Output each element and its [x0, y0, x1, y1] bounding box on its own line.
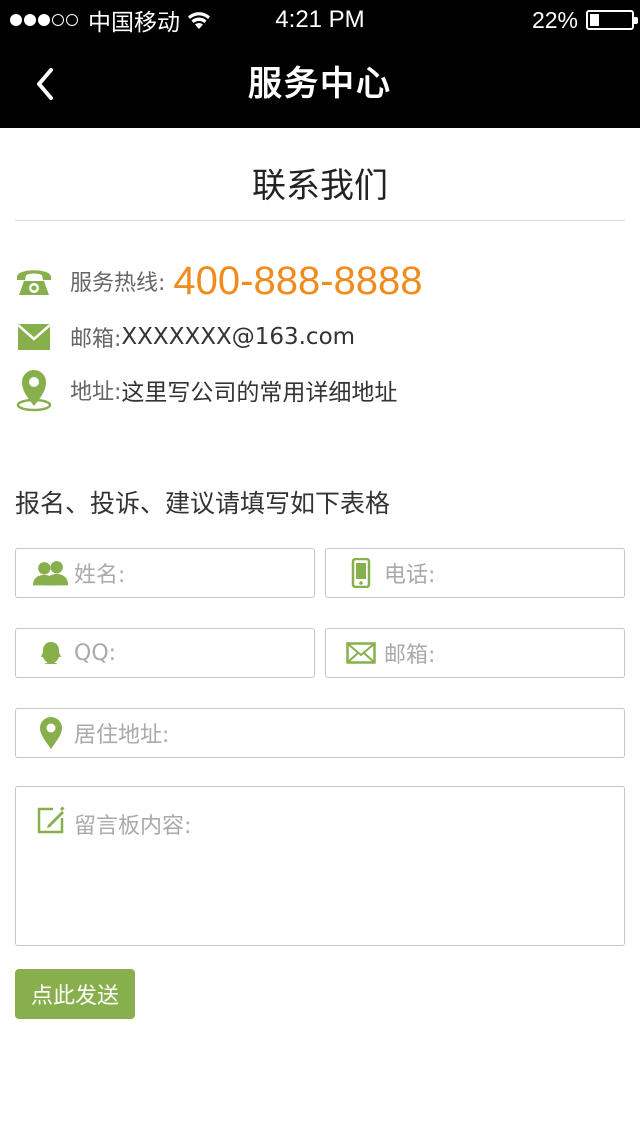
map-marker-icon — [32, 716, 70, 750]
address-label: 地址: — [70, 380, 122, 405]
email-input[interactable]: 邮箱: — [325, 628, 625, 678]
back-button[interactable] — [20, 62, 70, 106]
email-label: 邮箱: — [70, 327, 122, 352]
phone-icon — [15, 262, 53, 300]
contact-title: 联系我们 — [252, 166, 388, 206]
form-heading: 报名、投诉、建议请填写如下表格 — [15, 489, 391, 518]
battery-percent: 22% — [531, 6, 578, 33]
battery-icon — [586, 10, 638, 30]
edit-icon — [32, 803, 70, 837]
divider — [15, 220, 625, 221]
chevron-left-icon — [37, 68, 53, 100]
location-pin-icon — [15, 370, 53, 412]
address-placeholder: 居住地址: — [74, 723, 170, 748]
address-row: 地址: 这里写公司的常用详细地址 — [15, 368, 397, 412]
qq-icon — [32, 636, 70, 670]
name-field[interactable]: 姓名: — [15, 548, 315, 598]
mail-icon — [15, 318, 53, 356]
hotline-row: 服务热线: 400-888-8888 — [15, 258, 423, 304]
envelope-icon — [342, 636, 380, 670]
address-value: 这里写公司的常用详细地址 — [121, 380, 398, 406]
page-title: 服务中心 — [248, 64, 392, 104]
email-value[interactable]: XXXXXXX@163.com — [121, 324, 355, 350]
battery-level-fill — [590, 14, 599, 26]
address-input[interactable]: 居住地址: — [15, 708, 625, 758]
hotline-number[interactable]: 400-888-8888 — [173, 259, 422, 304]
users-icon — [32, 556, 70, 590]
submit-button[interactable]: 点此发送 — [15, 969, 135, 1019]
mobile-phone-icon — [342, 556, 380, 590]
status-bar: 中国移动 4:21 PM 22% — [0, 0, 640, 40]
nav-bar: 服务中心 — [0, 40, 640, 128]
hotline-label: 服务热线: — [70, 271, 166, 296]
phone-placeholder: 电话: — [384, 563, 436, 588]
name-placeholder: 姓名: — [74, 563, 126, 588]
email-row: 邮箱: XXXXXXX@163.com — [15, 318, 355, 356]
phone-field[interactable]: 电话: — [325, 548, 625, 598]
qq-field[interactable]: QQ: — [15, 628, 315, 678]
status-right: 22% — [531, 6, 638, 34]
qq-placeholder: QQ: — [74, 640, 117, 666]
message-placeholder: 留言板内容: — [74, 814, 192, 839]
message-textarea[interactable]: 留言板内容: — [15, 786, 625, 946]
email-placeholder: 邮箱: — [384, 643, 436, 668]
